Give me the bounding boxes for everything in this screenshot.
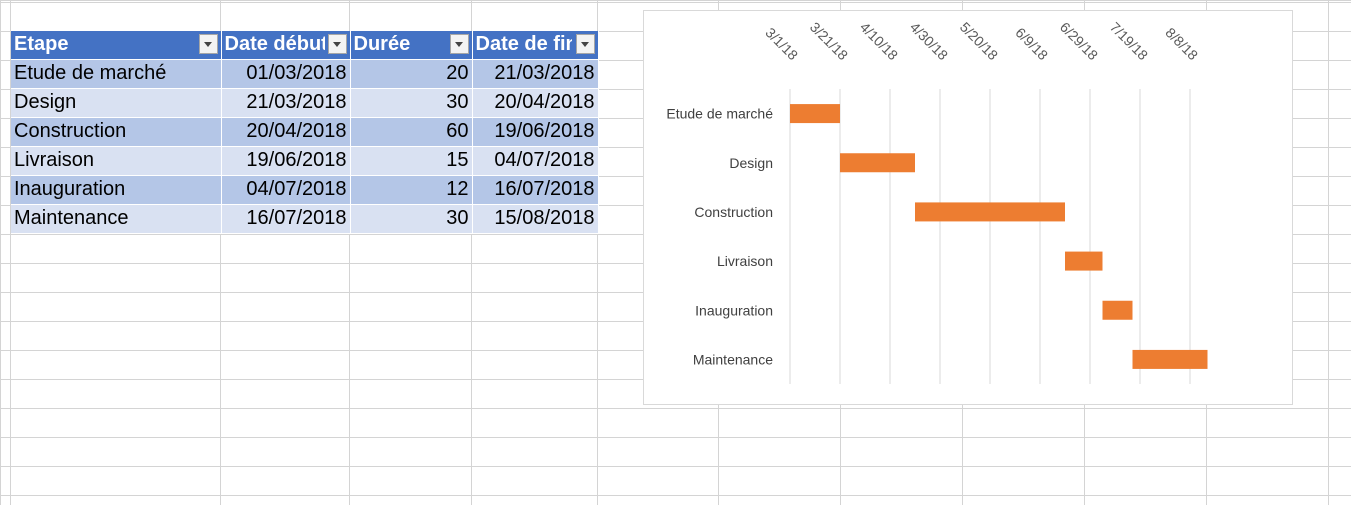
x-tick-label: 4/30/18 — [907, 19, 951, 63]
table-row: Inauguration 04/07/2018 12 16/07/2018 — [11, 175, 599, 205]
cell-date-fin[interactable]: 16/07/2018 — [472, 175, 599, 205]
gantt-bar — [1132, 349, 1208, 369]
gantt-bar — [840, 153, 915, 173]
cell-etape[interactable]: Construction — [11, 117, 222, 147]
cell-etape[interactable]: Inauguration — [11, 175, 222, 205]
cell-etape[interactable]: Design — [11, 88, 222, 118]
table-row: Etude de marché 01/03/2018 20 21/03/2018 — [11, 59, 599, 89]
category-label: Etude de marché — [666, 106, 773, 122]
cell-date-debut[interactable]: 16/07/2018 — [221, 204, 351, 234]
cell-duree[interactable]: 30 — [350, 88, 473, 118]
chevron-down-icon — [333, 41, 341, 47]
header-label: Date de fin — [475, 33, 572, 56]
chevron-down-icon — [581, 41, 589, 47]
x-tick-label: 6/29/18 — [1057, 19, 1101, 63]
cell-etape[interactable]: Maintenance — [11, 204, 222, 234]
x-tick-label: 6/9/18 — [1012, 24, 1051, 63]
gantt-bar — [1102, 300, 1133, 320]
cell-duree[interactable]: 15 — [350, 146, 473, 176]
category-label: Construction — [694, 204, 773, 220]
x-tick-label: 3/21/18 — [807, 19, 851, 63]
cell-date-fin[interactable]: 19/06/2018 — [472, 117, 599, 147]
cell-date-debut[interactable]: 01/03/2018 — [221, 59, 351, 89]
data-table: Etape Date début Durée Date de fin Etude… — [11, 31, 599, 234]
chevron-down-icon — [455, 41, 463, 47]
category-label: Livraison — [717, 253, 773, 269]
cell-duree[interactable]: 30 — [350, 204, 473, 234]
chevron-down-icon — [204, 41, 212, 47]
cell-date-debut[interactable]: 21/03/2018 — [221, 88, 351, 118]
header-cell-date-debut[interactable]: Date début — [221, 31, 351, 60]
table-row: Maintenance 16/07/2018 30 15/08/2018 — [11, 204, 599, 234]
header-label: Durée — [353, 33, 411, 56]
table-row: Construction 20/04/2018 60 19/06/2018 — [11, 117, 599, 147]
gantt-bar — [1065, 251, 1103, 271]
x-tick-label: 7/19/18 — [1107, 19, 1151, 63]
x-tick-label: 3/1/18 — [762, 24, 801, 63]
cell-date-fin[interactable]: 21/03/2018 — [472, 59, 599, 89]
filter-dropdown-button[interactable] — [449, 34, 469, 54]
cell-date-fin[interactable]: 20/04/2018 — [472, 88, 599, 118]
category-label: Maintenance — [693, 351, 773, 367]
cell-date-debut[interactable]: 04/07/2018 — [221, 175, 351, 205]
table-row: Livraison 19/06/2018 15 04/07/2018 — [11, 146, 599, 176]
filter-dropdown-button[interactable] — [198, 34, 218, 54]
header-label: Date début — [224, 33, 325, 56]
cell-date-fin[interactable]: 15/08/2018 — [472, 204, 599, 234]
category-label: Inauguration — [695, 302, 773, 318]
header-cell-etape[interactable]: Etape — [11, 31, 222, 60]
gantt-chart-svg: 3/1/18 3/21/18 4/10/18 4/30/18 5/20/18 6/9/18… — [666, 19, 1208, 384]
table-header-row: Etape Date début Durée Date de fin — [11, 31, 599, 60]
header-cell-duree[interactable]: Durée — [350, 31, 473, 60]
x-tick-label: 4/10/18 — [857, 19, 901, 63]
cell-etape[interactable]: Livraison — [11, 146, 222, 176]
gantt-bar — [915, 202, 1065, 222]
header-cell-date-fin[interactable]: Date de fin — [472, 31, 599, 60]
cell-duree[interactable]: 60 — [350, 117, 473, 147]
table-row: Design 21/03/2018 30 20/04/2018 — [11, 88, 599, 118]
cell-duree[interactable]: 20 — [350, 59, 473, 89]
cell-date-debut[interactable]: 20/04/2018 — [221, 117, 351, 147]
gantt-bar — [790, 104, 840, 124]
cell-date-fin[interactable]: 04/07/2018 — [472, 146, 599, 176]
filter-dropdown-button[interactable] — [327, 34, 347, 54]
gantt-chart[interactable]: 3/1/18 3/21/18 4/10/18 4/30/18 5/20/18 6/9/18… — [643, 10, 1293, 405]
header-label: Etape — [14, 33, 69, 56]
x-tick-label: 5/20/18 — [957, 19, 1001, 63]
cell-etape[interactable]: Etude de marché — [11, 59, 222, 89]
x-tick-label: 8/8/18 — [1162, 24, 1201, 63]
filter-dropdown-button[interactable] — [575, 34, 595, 54]
category-label: Design — [729, 155, 773, 171]
cell-date-debut[interactable]: 19/06/2018 — [221, 146, 351, 176]
cell-duree[interactable]: 12 — [350, 175, 473, 205]
